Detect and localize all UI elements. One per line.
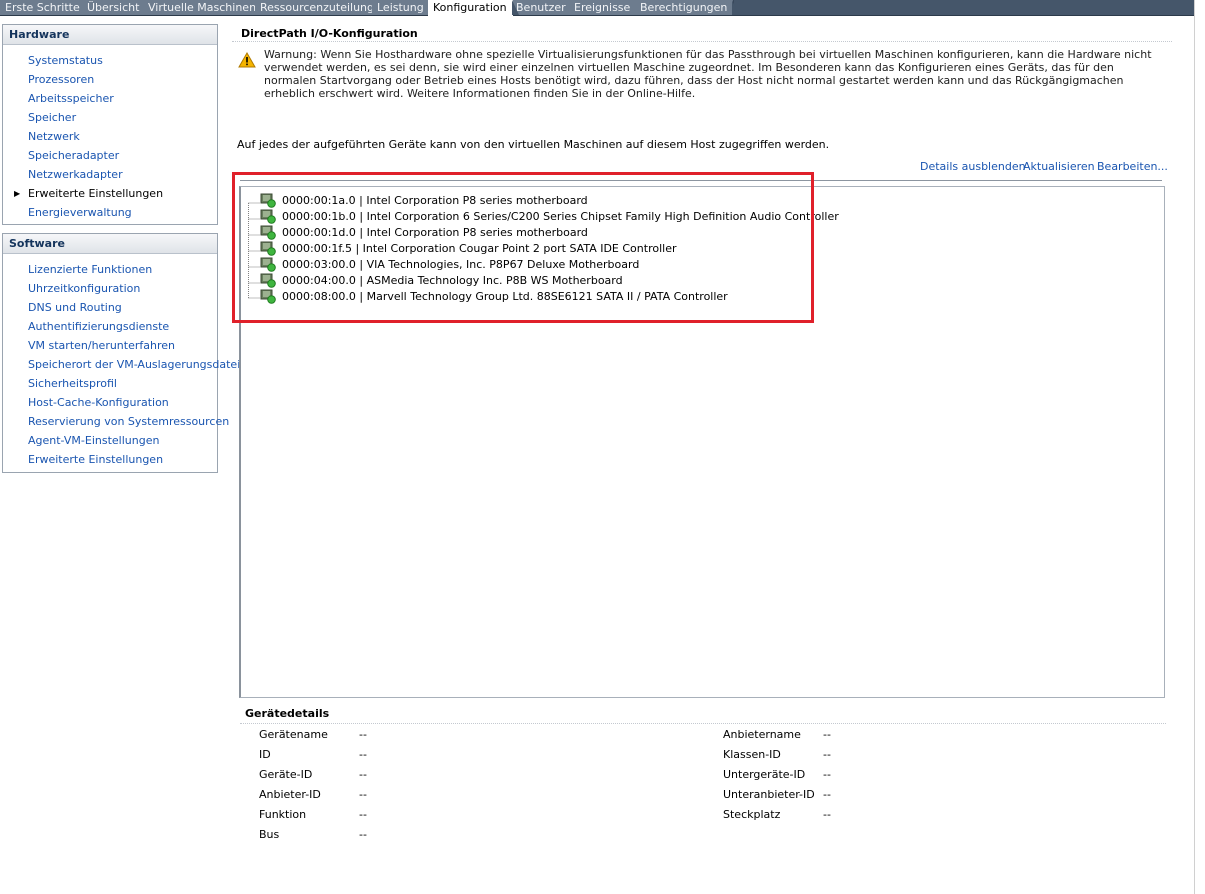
- detail-label: Bus: [259, 828, 280, 841]
- highlight-box: [232, 172, 814, 323]
- detail-label: Funktion: [259, 808, 307, 821]
- sidebar-item-vm-startup-shutdown[interactable]: VM starten/herunterfahren: [3, 336, 217, 355]
- sidebar-item-agent-vm-settings[interactable]: Agent-VM-Einstellungen: [3, 431, 217, 450]
- sidebar-item-licensed-features[interactable]: Lizenzierte Funktionen: [3, 260, 217, 279]
- detail-value: --: [823, 808, 831, 821]
- hardware-panel: Hardware Systemstatus Prozessoren Arbeit…: [2, 24, 218, 225]
- sidebar-item-advanced-settings-hardware[interactable]: ▶ Erweiterte Einstellungen: [3, 184, 217, 203]
- tab-summary[interactable]: Übersicht: [82, 0, 152, 15]
- sidebar-item-networking[interactable]: Netzwerk: [3, 127, 217, 146]
- tab-getting-started[interactable]: Erste Schritte: [0, 0, 92, 15]
- tab-configuration[interactable]: Konfiguration: [428, 0, 519, 16]
- detail-label: Steckplatz: [723, 808, 781, 821]
- edit-link[interactable]: Bearbeiten...: [1097, 160, 1168, 173]
- sidebar-item-storage-adapters[interactable]: Speicheradapter: [3, 146, 217, 165]
- detail-value: --: [823, 768, 831, 781]
- hardware-panel-title: Hardware: [3, 25, 217, 45]
- tab-virtual-machines[interactable]: Virtuelle Maschinen: [143, 0, 269, 15]
- software-list: Lizenzierte Funktionen Uhrzeitkonfigurat…: [3, 254, 240, 469]
- detail-value: --: [823, 748, 831, 761]
- detail-value: --: [359, 828, 367, 841]
- detail-value: --: [359, 768, 367, 781]
- access-info-text: Auf jedes der aufgeführten Geräte kann v…: [237, 138, 830, 151]
- detail-label: Unteranbieter-ID: [723, 788, 815, 801]
- sidebar-item-memory[interactable]: Arbeitsspeicher: [3, 89, 217, 108]
- detail-value: --: [359, 788, 367, 801]
- sidebar-item-system-status[interactable]: Systemstatus: [3, 51, 217, 70]
- sidebar-item-security-profile[interactable]: Sicherheitsprofil: [3, 374, 217, 393]
- detail-value: --: [823, 788, 831, 801]
- software-panel-title: Software: [3, 234, 217, 254]
- tab-users[interactable]: Benutzer: [511, 0, 578, 15]
- detail-label: ID: [259, 748, 271, 761]
- software-panel: Software Lizenzierte Funktionen Uhrzeitk…: [2, 233, 240, 473]
- sidebar-item-dns-routing[interactable]: DNS und Routing: [3, 298, 217, 317]
- title-divider: [232, 41, 1172, 42]
- tab-bar: Erste Schritte Übersicht Virtuelle Masch…: [0, 0, 1194, 16]
- device-details-title: Gerätedetails: [245, 707, 330, 720]
- sidebar-item-host-cache[interactable]: Host-Cache-Konfiguration: [3, 393, 217, 412]
- detail-value: --: [359, 728, 367, 741]
- detail-label: Geräte-ID: [259, 768, 313, 781]
- hardware-list: Systemstatus Prozessoren Arbeitsspeicher…: [3, 45, 217, 222]
- tab-permissions[interactable]: Berechtigungen: [635, 0, 740, 15]
- warning-text: Warnung: Wenn Sie Hosthardware ohne spez…: [264, 48, 1152, 100]
- tab-performance[interactable]: Leistung: [372, 0, 436, 15]
- sidebar-item-authentication[interactable]: Authentifizierungsdienste: [3, 317, 217, 336]
- warning-icon: [238, 52, 256, 68]
- sidebar-item-power-management[interactable]: Energieverwaltung: [3, 203, 217, 222]
- sidebar-item-advanced-settings-software[interactable]: Erweiterte Einstellungen: [3, 450, 217, 469]
- tab-resource-allocation[interactable]: Ressourcenzuteilung: [255, 0, 387, 15]
- sidebar-item-time-configuration[interactable]: Uhrzeitkonfiguration: [3, 279, 217, 298]
- refresh-link[interactable]: Aktualisieren: [1023, 160, 1095, 173]
- detail-label: Anbieter-ID: [259, 788, 321, 801]
- detail-label: Anbietername: [723, 728, 801, 741]
- sidebar-item-vm-swapfile-location[interactable]: Speicherort der VM-Auslagerungsdatei: [3, 355, 240, 374]
- detail-value: --: [359, 748, 367, 761]
- detail-label: Gerätename: [259, 728, 328, 741]
- tab-events[interactable]: Ereignisse: [569, 0, 643, 15]
- right-edge-scroll-area: [1194, 0, 1205, 894]
- page-title: DirectPath I/O-Konfiguration: [241, 27, 418, 40]
- sidebar-item-network-adapters[interactable]: Netzwerkadapter: [3, 165, 217, 184]
- detail-label: Untergeräte-ID: [723, 768, 806, 781]
- current-item-arrow-icon: ▶: [14, 189, 21, 198]
- sidebar-item-processors[interactable]: Prozessoren: [3, 70, 217, 89]
- sidebar-item-storage[interactable]: Speicher: [3, 108, 217, 127]
- hide-details-link[interactable]: Details ausblenden: [920, 160, 1026, 173]
- detail-value: --: [823, 728, 831, 741]
- detail-value: --: [359, 808, 367, 821]
- sidebar-item-system-resources[interactable]: Reservierung von Systemressourcen: [3, 412, 229, 431]
- details-divider: [240, 723, 1166, 724]
- detail-label: Klassen-ID: [723, 748, 781, 761]
